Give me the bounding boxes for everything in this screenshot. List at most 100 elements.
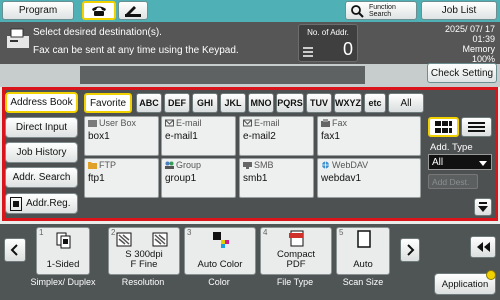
function-search-label: Function Search bbox=[369, 3, 396, 18]
setting-caption: Color bbox=[208, 277, 230, 287]
settings-next-button[interactable] bbox=[400, 238, 420, 262]
program-button[interactable]: Program bbox=[2, 1, 74, 20]
search-icon bbox=[351, 4, 364, 18]
fax-device-icon bbox=[7, 28, 29, 48]
address-type: E-mail bbox=[243, 118, 280, 128]
setting-number: 1 bbox=[39, 228, 44, 237]
time-text: 01:39 bbox=[472, 34, 495, 44]
rewind-button[interactable] bbox=[470, 236, 496, 258]
address-type-label: Fax bbox=[332, 118, 348, 128]
color-icon bbox=[213, 232, 229, 248]
chevron-left-icon bbox=[10, 244, 18, 256]
address-card-email2[interactable]: E-mail e-mail2 bbox=[239, 116, 314, 156]
address-type-label: SMB bbox=[254, 160, 274, 170]
folder-icon bbox=[88, 162, 97, 169]
add-type-select[interactable]: All bbox=[428, 154, 492, 170]
sidebar-item-address-book[interactable]: Address Book bbox=[5, 92, 78, 113]
scroll-down-icon bbox=[478, 202, 488, 212]
address-type: User Box bbox=[88, 118, 136, 128]
status-box: 2025/ 07/ 17 01:39 Memory 100% bbox=[370, 24, 495, 64]
address-type: Group bbox=[165, 160, 201, 170]
register-icon bbox=[10, 196, 22, 211]
resolution-icon bbox=[116, 232, 168, 247]
address-name: ftp1 bbox=[88, 173, 105, 184]
setting-caption: File Type bbox=[276, 277, 314, 287]
list-view-button[interactable] bbox=[461, 117, 492, 137]
address-card-fax1[interactable]: Fax fax1 bbox=[317, 116, 421, 156]
address-type-label: Group bbox=[176, 160, 202, 170]
address-card-group1[interactable]: Group group1 bbox=[161, 158, 236, 198]
address-card-ftp1[interactable]: FTP ftp1 bbox=[84, 158, 159, 198]
address-type-label: FTP bbox=[99, 160, 116, 170]
fax-icon bbox=[321, 119, 330, 127]
address-type: Fax bbox=[321, 118, 347, 128]
setting-value: Auto Color bbox=[197, 259, 243, 270]
date-text: 2025/ 07/ 17 bbox=[444, 24, 495, 34]
function-search-button[interactable]: Function Search bbox=[345, 1, 417, 20]
setting-simplex-duplex[interactable]: 1 1-Sided bbox=[36, 227, 90, 275]
setting-resolution[interactable]: 2 S 300dpi F Fine bbox=[108, 227, 180, 275]
add-dest-button[interactable]: Add Dest. bbox=[428, 174, 478, 189]
scanner-icon bbox=[125, 6, 141, 17]
scan-mode-button[interactable] bbox=[118, 1, 148, 20]
setting-number: 4 bbox=[263, 228, 268, 237]
address-count-box: No. of Addr. 0 bbox=[298, 24, 358, 62]
setting-caption: Resolution bbox=[121, 277, 165, 287]
tab-def[interactable]: DEF bbox=[164, 93, 190, 113]
list-icon bbox=[303, 47, 313, 57]
setting-color[interactable]: 3 Auto Color bbox=[184, 227, 256, 275]
address-type: SMB bbox=[243, 160, 274, 170]
tab-etc[interactable]: etc bbox=[364, 93, 386, 113]
email-icon bbox=[165, 119, 174, 127]
simplex-icon bbox=[56, 232, 71, 249]
address-type-label: E-mail bbox=[176, 118, 202, 128]
network-folder-icon bbox=[243, 162, 252, 169]
setting-value: Compact PDF bbox=[276, 249, 315, 270]
tab-ghi[interactable]: GHI bbox=[192, 93, 218, 113]
add-type-value: All bbox=[432, 157, 444, 168]
address-name: webdav1 bbox=[321, 173, 362, 184]
tab-jkl[interactable]: JKL bbox=[220, 93, 246, 113]
list-view-icon bbox=[468, 122, 485, 132]
tab-wxyz[interactable]: WXYZ bbox=[334, 93, 362, 113]
tab-tuv[interactable]: TUV bbox=[306, 93, 332, 113]
grid-view-icon bbox=[435, 121, 452, 133]
setting-scan-size[interactable]: 5 Auto bbox=[336, 227, 390, 275]
email-icon bbox=[243, 119, 252, 127]
memory-label: Memory bbox=[462, 44, 495, 54]
address-type-label: E-mail bbox=[254, 118, 280, 128]
sidebar-item-addr-search[interactable]: Addr. Search bbox=[5, 167, 78, 188]
address-name: smb1 bbox=[243, 173, 268, 184]
sidebar-item-addr-reg[interactable]: Addr.Reg. bbox=[5, 193, 78, 214]
tab-favorite[interactable]: Favorite bbox=[84, 93, 132, 113]
telephone-icon bbox=[92, 6, 106, 16]
address-type: E-mail bbox=[165, 118, 202, 128]
job-list-button[interactable]: Job List bbox=[421, 1, 497, 20]
tab-abc[interactable]: ABC bbox=[136, 93, 162, 113]
sidebar-item-job-history[interactable]: Job History bbox=[5, 142, 78, 163]
address-name: group1 bbox=[165, 173, 197, 184]
address-name: fax1 bbox=[321, 131, 340, 142]
document-icon bbox=[357, 230, 371, 248]
address-card-smb1[interactable]: SMB smb1 bbox=[239, 158, 314, 198]
tab-mno[interactable]: MNO bbox=[248, 93, 274, 113]
address-type-label: WebDAV bbox=[332, 160, 369, 170]
address-card-webdav1[interactable]: WebDAV webdav1 bbox=[317, 158, 421, 198]
check-setting-button[interactable]: Check Setting bbox=[427, 63, 497, 83]
setting-value: 1-Sided bbox=[46, 259, 80, 270]
add-type-label: Add. Type bbox=[430, 142, 473, 153]
message-line-1: Select desired destination(s). bbox=[33, 27, 162, 38]
address-card-email1[interactable]: E-mail e-mail1 bbox=[161, 116, 236, 156]
fax-mode-button[interactable] bbox=[82, 1, 116, 20]
scroll-down-button[interactable] bbox=[474, 198, 492, 216]
setting-file-type[interactable]: 4 Compact PDF bbox=[260, 227, 332, 275]
settings-prev-button[interactable] bbox=[4, 238, 26, 262]
tab-pqrs[interactable]: PQRS bbox=[276, 93, 304, 113]
setting-value: S 300dpi F Fine bbox=[125, 249, 163, 270]
sidebar-item-direct-input[interactable]: Direct Input bbox=[5, 117, 78, 138]
tab-all[interactable]: All bbox=[388, 93, 424, 113]
user-box-icon bbox=[88, 120, 97, 127]
pdf-file-icon bbox=[289, 230, 304, 247]
grid-view-button[interactable] bbox=[428, 117, 459, 137]
address-card-box1[interactable]: User Box box1 bbox=[84, 116, 159, 156]
